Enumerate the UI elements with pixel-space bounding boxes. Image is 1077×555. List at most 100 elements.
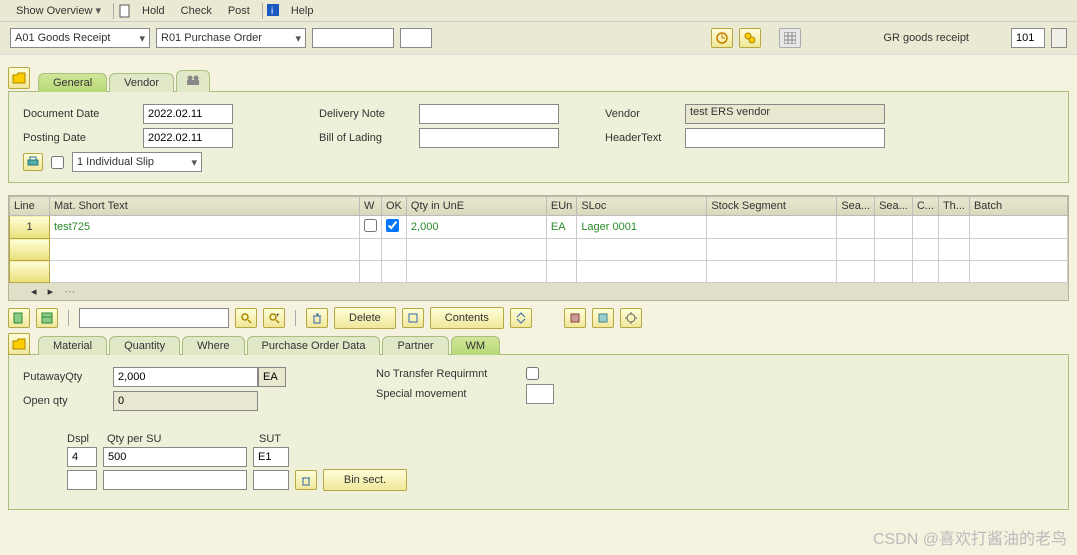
col-qty[interactable]: Qty in UnE [406, 197, 546, 216]
cell-ok[interactable] [382, 216, 407, 239]
cell-mat[interactable]: test725 [50, 216, 360, 239]
tab-where[interactable]: Where [182, 336, 244, 355]
col-sloc[interactable]: SLoc [577, 197, 707, 216]
print-checkbox[interactable] [51, 156, 64, 169]
gr-code-input[interactable] [1011, 28, 1045, 48]
cell-c[interactable] [912, 216, 938, 239]
header-text-input[interactable] [685, 128, 885, 148]
menu-hold[interactable]: Hold [134, 3, 173, 19]
col-eun[interactable]: EUn [546, 197, 576, 216]
cell-sseg[interactable] [707, 216, 837, 239]
delete-button[interactable]: Delete [334, 307, 396, 329]
no-transfer-checkbox[interactable] [526, 367, 539, 380]
putaway-input[interactable] [113, 367, 258, 387]
delivery-note-input[interactable] [419, 104, 559, 124]
cell-qty[interactable]: 2,000 [406, 216, 546, 239]
cell-line[interactable]: 1 [10, 216, 50, 239]
filter-input[interactable] [79, 308, 229, 328]
table-row[interactable]: 1 test725 2,000 EA Lager 0001 [10, 216, 1068, 239]
collapse-detail-icon[interactable] [8, 333, 30, 355]
expand-icon[interactable] [510, 308, 532, 328]
import-icon[interactable] [592, 308, 614, 328]
contents-trash-icon[interactable] [402, 308, 424, 328]
posting-date-input[interactable] [143, 128, 233, 148]
print-icon[interactable] [23, 153, 43, 171]
col-line[interactable]: Line [10, 197, 50, 216]
col-sea1[interactable]: Sea... [837, 197, 875, 216]
goods-receipt-select[interactable]: A01 Goods Receipt▾ [10, 28, 150, 48]
tab-general[interactable]: General [38, 73, 107, 92]
open-qty-label: Open qty [23, 395, 113, 407]
trash-icon[interactable] [306, 308, 328, 328]
col-ok[interactable]: OK [382, 197, 407, 216]
qty-per-su-input-2[interactable] [103, 470, 247, 490]
svg-text:i: i [271, 6, 273, 16]
po-number-input[interactable] [312, 28, 394, 48]
tab-wm[interactable]: WM [451, 336, 501, 355]
tab-quantity[interactable]: Quantity [109, 336, 180, 355]
menu-post[interactable]: Post [220, 3, 258, 19]
col-batch[interactable]: Batch [969, 197, 1067, 216]
table-row[interactable] [10, 261, 1068, 283]
po-item-input[interactable] [400, 28, 432, 48]
gr-help-button[interactable] [1051, 28, 1067, 48]
col-w[interactable]: W [360, 197, 382, 216]
doc-date-label: Document Date [23, 108, 143, 120]
grid-icon[interactable] [779, 28, 801, 48]
tab-partner-icon[interactable] [176, 70, 210, 92]
scroll-end-icon[interactable]: ⋯ [60, 286, 79, 298]
execute-clock-icon[interactable] [711, 28, 733, 48]
new-doc-icon[interactable] [118, 4, 132, 18]
bin-section-button[interactable]: Bin sect. [323, 469, 407, 491]
scroll-right-icon[interactable]: ▸ [44, 286, 58, 298]
slip-select[interactable]: 1 Individual Slip▾ [72, 152, 202, 172]
menu-check[interactable]: Check [173, 3, 220, 19]
contents-button[interactable]: Contents [430, 307, 504, 329]
sut-input-2[interactable] [253, 470, 289, 490]
cell-sea2[interactable] [875, 216, 913, 239]
dspl-input-2[interactable] [67, 470, 97, 490]
dspl-input[interactable] [67, 447, 97, 467]
menu-help[interactable]: Help [283, 3, 322, 19]
special-movement-input[interactable] [526, 384, 554, 404]
scroll-left-icon[interactable]: ◂ [27, 286, 41, 298]
bin-trash-icon[interactable] [295, 470, 317, 490]
col-mat[interactable]: Mat. Short Text [50, 197, 360, 216]
tab-purchase-order-data[interactable]: Purchase Order Data [247, 336, 381, 355]
cell-batch[interactable] [969, 216, 1067, 239]
sut-label: SUT [259, 433, 299, 445]
ok-checkbox[interactable] [386, 219, 399, 232]
col-th[interactable]: Th... [938, 197, 969, 216]
find-icon[interactable] [739, 28, 761, 48]
cell-w[interactable] [360, 216, 382, 239]
cell-th[interactable] [938, 216, 969, 239]
doc-date-input[interactable] [143, 104, 233, 124]
sut-input[interactable] [253, 447, 289, 467]
col-stock-segment[interactable]: Stock Segment [707, 197, 837, 216]
tab-vendor[interactable]: Vendor [109, 73, 174, 92]
qty-per-su-input[interactable] [103, 447, 247, 467]
cell-eun[interactable]: EA [546, 216, 576, 239]
search-icon[interactable] [235, 308, 257, 328]
col-sea2[interactable]: Sea... [875, 197, 913, 216]
collapse-header-icon[interactable] [8, 67, 30, 89]
posting-date-label: Posting Date [23, 132, 143, 144]
delivery-note-label: Delivery Note [319, 108, 419, 120]
purchase-order-select[interactable]: R01 Purchase Order▾ [156, 28, 306, 48]
bill-lading-input[interactable] [419, 128, 559, 148]
search-next-icon[interactable]: + [263, 308, 285, 328]
cell-sea1[interactable] [837, 216, 875, 239]
export-icon[interactable] [564, 308, 586, 328]
col-c[interactable]: C... [912, 197, 938, 216]
separator [113, 3, 114, 19]
settings-icon[interactable] [620, 308, 642, 328]
layout-icon[interactable] [36, 308, 58, 328]
copy-icon[interactable] [8, 308, 30, 328]
tab-partner[interactable]: Partner [382, 336, 448, 355]
cell-sloc[interactable]: Lager 0001 [577, 216, 707, 239]
tab-material[interactable]: Material [38, 336, 107, 355]
header-text-label: HeaderText [605, 132, 685, 144]
menu-show-overview[interactable]: Show Overview ▾ [8, 2, 109, 19]
w-checkbox[interactable] [364, 219, 377, 232]
table-row[interactable] [10, 239, 1068, 261]
